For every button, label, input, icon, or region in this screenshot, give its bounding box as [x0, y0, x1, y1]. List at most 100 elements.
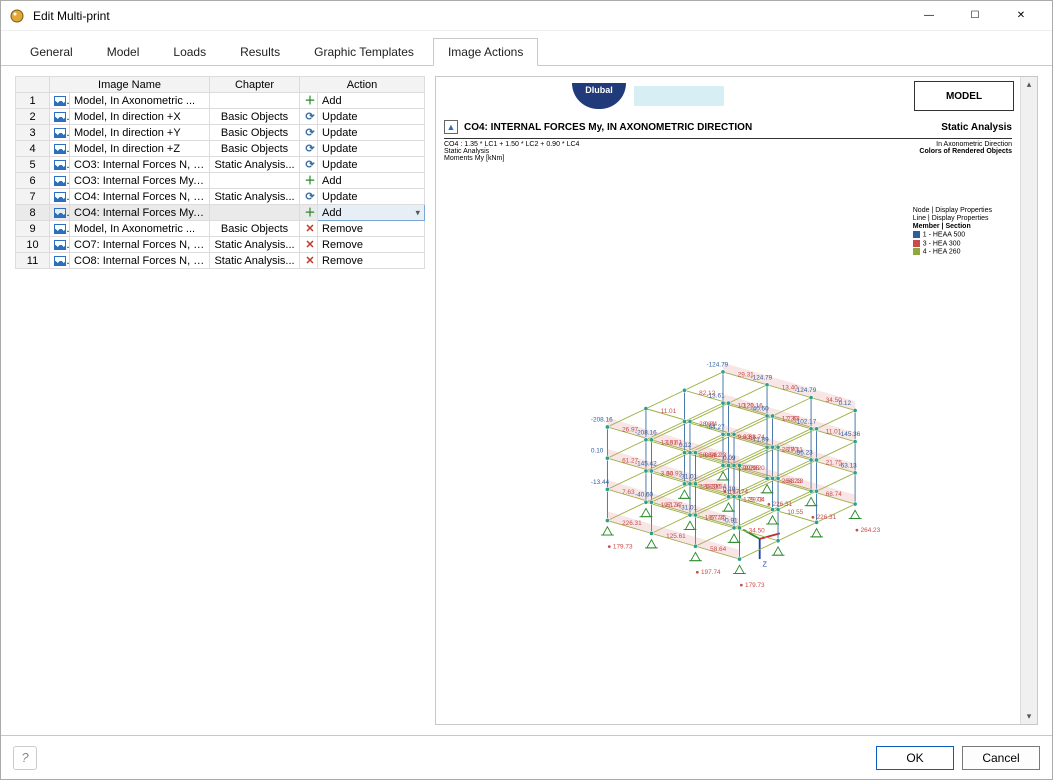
- tab-image-actions[interactable]: Image Actions: [433, 38, 538, 66]
- table-row[interactable]: 9 Model, In Axonometric ...Basic Objects ✕…: [16, 221, 425, 237]
- image-name-cell[interactable]: Model, In direction +Y: [70, 125, 210, 141]
- table-row[interactable]: 1Model, In Axonometric ...＋Add▾: [16, 93, 425, 109]
- minimize-button[interactable]: —: [906, 1, 952, 31]
- action-cell[interactable]: Update▾: [318, 109, 425, 125]
- scroll-up-icon[interactable]: ▴: [1027, 79, 1032, 90]
- svg-text:68.74: 68.74: [826, 491, 842, 498]
- meta-quantity: Moments My [kNm]: [444, 155, 579, 162]
- svg-text:179.73: 179.73: [745, 582, 765, 589]
- svg-text:0.09: 0.09: [723, 455, 736, 462]
- table-row[interactable]: 10CO7: Internal Forces N, I...Static Ana…: [16, 237, 425, 253]
- table-row[interactable]: 11CO8: Internal Forces N, I...Static Ana…: [16, 253, 425, 269]
- image-actions-table[interactable]: Image Name Chapter Action 1Model, In Axo…: [15, 76, 425, 269]
- image-icon-cell: [50, 157, 70, 173]
- row-number: 9: [16, 221, 50, 237]
- add-icon: ＋: [304, 207, 316, 219]
- row-number: 8: [16, 205, 50, 221]
- action-cell[interactable]: Remove▾: [318, 221, 425, 237]
- tab-model[interactable]: Model: [92, 38, 155, 66]
- action-icon-cell: ⟳: [300, 157, 318, 173]
- scroll-down-icon[interactable]: ▾: [1027, 711, 1032, 722]
- image-name-cell[interactable]: Model, In direction +Z: [70, 141, 210, 157]
- tab-general[interactable]: General: [15, 38, 88, 66]
- svg-text:226.31: 226.31: [817, 514, 837, 521]
- update-icon: ⟳: [304, 143, 316, 155]
- action-cell[interactable]: Add▾: [318, 205, 425, 221]
- chapter-cell[interactable]: [210, 173, 300, 189]
- svg-text:197.74: 197.74: [729, 488, 749, 495]
- tab-loads[interactable]: Loads: [158, 38, 221, 66]
- table-row[interactable]: 2Model, In direction +XBasic Objects⟳Upd…: [16, 109, 425, 125]
- svg-text:226.31: 226.31: [773, 501, 793, 508]
- chevron-down-icon[interactable]: ▾: [415, 207, 420, 218]
- chapter-cell[interactable]: Static Analysis...: [210, 189, 300, 205]
- preview-pane: Dlubal MODEL ▲ CO4: INTERNAL FORCES My, …: [435, 76, 1038, 725]
- svg-text:34.50: 34.50: [749, 527, 765, 534]
- help-button[interactable]: ?: [13, 746, 37, 770]
- dialog-footer: ? OK Cancel: [1, 735, 1052, 779]
- tab-graphic-templates[interactable]: Graphic Templates: [299, 38, 429, 66]
- table-row[interactable]: 5CO3: Internal Forces N, I...Static Anal…: [16, 157, 425, 173]
- image-icon-cell: [50, 189, 70, 205]
- chapter-cell[interactable]: Basic Objects: [210, 109, 300, 125]
- action-cell[interactable]: Remove▾: [318, 237, 425, 253]
- image-icon: [54, 128, 66, 138]
- svg-text:11.01: 11.01: [661, 408, 677, 415]
- action-cell[interactable]: Add▾: [318, 93, 425, 109]
- tab-results[interactable]: Results: [225, 38, 295, 66]
- image-name-cell[interactable]: CO4: Internal Forces My, ...: [70, 205, 210, 221]
- maximize-button[interactable]: ☐: [952, 1, 998, 31]
- action-icon-cell: ＋: [300, 93, 318, 109]
- chapter-cell[interactable]: Basic Objects: [210, 141, 300, 157]
- table-row[interactable]: 4Model, In direction +ZBasic Objects⟳Upd…: [16, 141, 425, 157]
- image-name-cell[interactable]: CO3: Internal Forces My, ...: [70, 173, 210, 189]
- action-icon-cell: ⟳: [300, 189, 318, 205]
- chapter-cell[interactable]: Static Analysis...: [210, 237, 300, 253]
- table-row[interactable]: 8 CO4: Internal Forces My, ... ＋Add▾: [16, 205, 425, 221]
- chapter-cell[interactable]: Static Analysis...: [210, 253, 300, 269]
- action-cell[interactable]: Update▾: [318, 125, 425, 141]
- image-name-cell[interactable]: CO7: Internal Forces N, I...: [70, 237, 210, 253]
- table-row[interactable]: 7CO4: Internal Forces N, I...Static Anal…: [16, 189, 425, 205]
- image-name-cell[interactable]: Model, In Axonometric ...: [70, 221, 210, 237]
- chapter-cell[interactable]: [210, 93, 300, 109]
- action-icon-cell: ＋: [300, 173, 318, 189]
- action-cell[interactable]: Remove▾: [318, 253, 425, 269]
- col-header-chapter[interactable]: Chapter: [210, 77, 300, 93]
- action-cell[interactable]: Update▾: [318, 141, 425, 157]
- col-header-image-name[interactable]: Image Name: [50, 77, 210, 93]
- image-name-cell[interactable]: Model, In direction +X: [70, 109, 210, 125]
- svg-text:Z: Z: [762, 559, 767, 568]
- action-cell[interactable]: Update▾: [318, 157, 425, 173]
- row-number: 6: [16, 173, 50, 189]
- cancel-button[interactable]: Cancel: [962, 746, 1040, 770]
- close-button[interactable]: ✕: [998, 1, 1044, 31]
- meta-analysis: Static Analysis: [444, 148, 579, 155]
- preview-scrollbar[interactable]: ▴ ▾: [1020, 77, 1037, 724]
- ok-button[interactable]: OK: [876, 746, 954, 770]
- chapter-cell[interactable]: Static Analysis...: [210, 157, 300, 173]
- table-row[interactable]: 3Model, In direction +YBasic Objects⟳Upd…: [16, 125, 425, 141]
- svg-text:-13.61: -13.61: [706, 393, 725, 400]
- remove-icon: ✕: [304, 223, 316, 235]
- image-name-cell[interactable]: CO8: Internal Forces N, I...: [70, 253, 210, 269]
- image-name-cell[interactable]: CO4: Internal Forces N, I...: [70, 189, 210, 205]
- svg-text:-0.91: -0.91: [723, 517, 738, 524]
- tab-bar: General Model Loads Results Graphic Temp…: [1, 31, 1052, 66]
- image-icon: [54, 224, 66, 234]
- svg-text:-71.89: -71.89: [751, 437, 770, 444]
- image-name-cell[interactable]: Model, In Axonometric ...: [70, 93, 210, 109]
- row-number: 3: [16, 125, 50, 141]
- col-header-rownum: [16, 77, 50, 93]
- svg-text:-40.60: -40.60: [635, 492, 654, 499]
- action-cell[interactable]: Add▾: [318, 173, 425, 189]
- table-row[interactable]: 6 CO3: Internal Forces My, ... ＋Add▾: [16, 173, 425, 189]
- col-header-action[interactable]: Action: [300, 77, 425, 93]
- svg-text:-13.44: -13.44: [591, 479, 610, 486]
- image-name-cell[interactable]: CO3: Internal Forces N, I...: [70, 157, 210, 173]
- action-cell[interactable]: Update▾: [318, 189, 425, 205]
- svg-text:-145.36: -145.36: [839, 431, 861, 438]
- chapter-cell[interactable]: [210, 205, 300, 221]
- chapter-cell[interactable]: Basic Objects: [210, 125, 300, 141]
- chapter-cell[interactable]: Basic Objects: [210, 221, 300, 237]
